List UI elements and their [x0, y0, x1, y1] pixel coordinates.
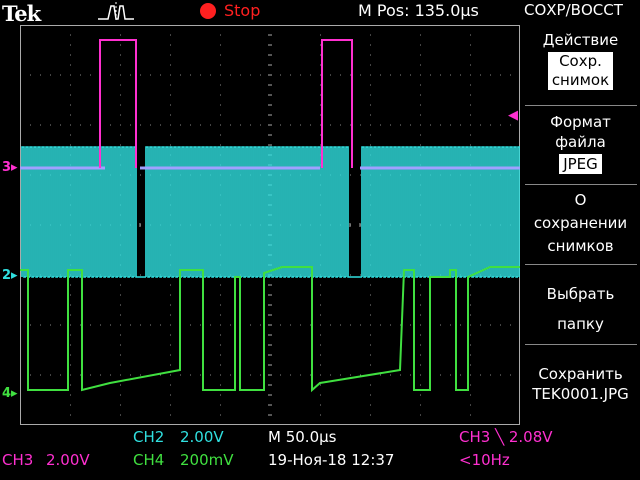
trigger-setting: CH3 ╲ 2.08V [459, 428, 553, 446]
menu-action-label: Действие [542, 31, 619, 49]
ch2-scale: 2.00V [180, 428, 224, 446]
menu-divider [525, 105, 637, 106]
run-state: Stop [224, 1, 261, 20]
menu-action[interactable]: Действие Сохр. снимок [521, 30, 640, 90]
run-state-icon [200, 3, 216, 19]
menu-divider [525, 264, 637, 265]
date-time: 19-Ноя-18 12:37 [268, 451, 395, 469]
ch4-ground-marker: 4▸ [2, 386, 18, 401]
ch3-label: CH3 [2, 451, 34, 469]
side-menu: Действие Сохр. снимок Формат файла JPEG … [521, 24, 640, 424]
ch2-ground-marker: 2▸ [2, 268, 18, 283]
menu-about-saving[interactable]: О сохранении снимков [521, 190, 640, 256]
trigger-level-icon: ◀ [508, 108, 518, 123]
ch2-label: CH2 [133, 428, 165, 446]
ch4-scale: 200mV [180, 451, 234, 469]
trigger-pulse-icon [98, 2, 134, 22]
brand-logo: Tek [2, 1, 41, 26]
timebase: M 50.0µs [268, 428, 337, 446]
trigger-frequency: <10Hz [459, 451, 510, 469]
waveform-display [20, 25, 520, 425]
menu-title: СОХР/ВОССТ [524, 1, 623, 19]
status-bar-bottom: CH2 2.00V M 50.0µs CH3 ╲ 2.08V CH3 2.00V… [0, 425, 640, 480]
ch3-ground-marker: 3▸ [2, 160, 18, 175]
file-format-value: JPEG [559, 154, 602, 174]
menu-select-folder[interactable]: Выбрать папку [521, 284, 640, 334]
ch3-scale: 2.00V [46, 451, 90, 469]
graticule [20, 25, 520, 425]
menu-save-file[interactable]: Сохранить TEK0001.JPG [521, 364, 640, 404]
ch4-label: CH4 [133, 451, 165, 469]
menu-action-value: Сохр. снимок [547, 52, 614, 90]
status-bar-top: Tek Stop M Pos: 135.0µs СОХР/ВОССТ [0, 0, 640, 26]
menu-divider [525, 344, 637, 345]
menu-file-format[interactable]: Формат файла JPEG [521, 112, 640, 174]
horizontal-position: M Pos: 135.0µs [358, 1, 479, 20]
menu-divider [525, 184, 637, 185]
